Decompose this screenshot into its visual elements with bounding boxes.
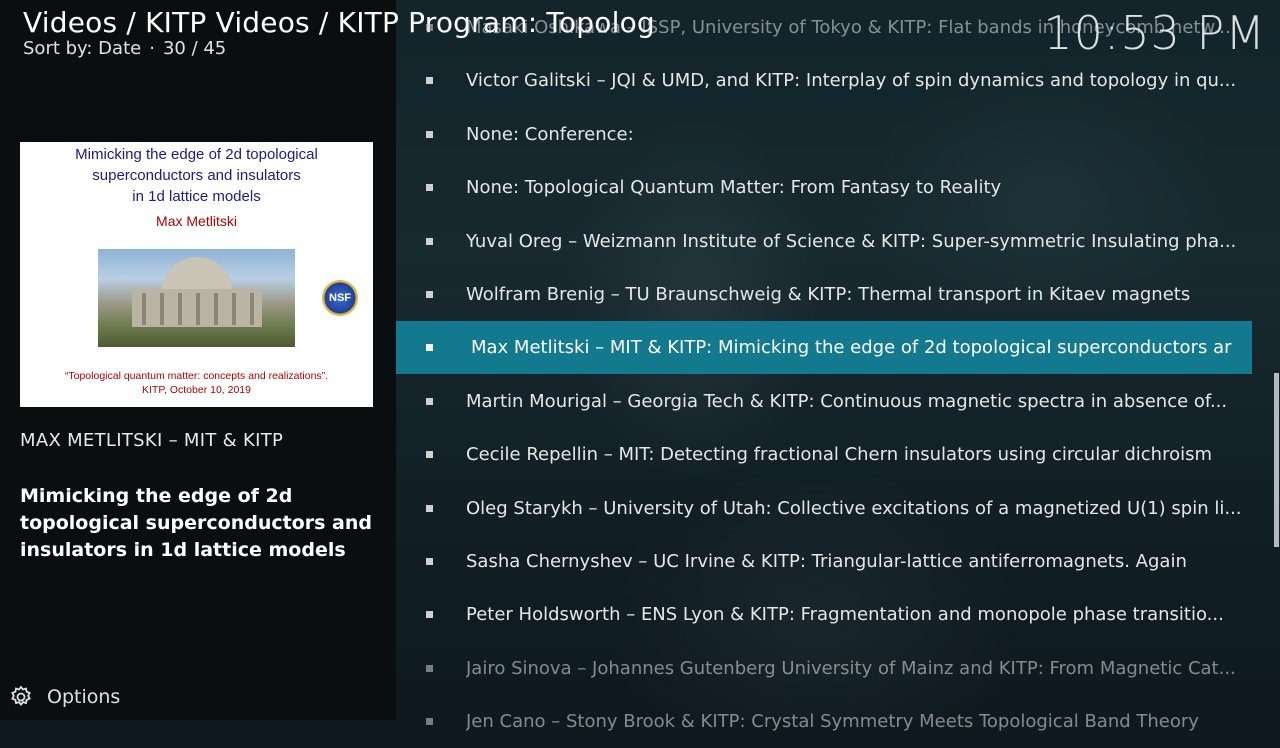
list-item[interactable]: Masaki Oshikawa – ISSP, University of To…	[396, 1, 1256, 54]
list-item-label: None: Conference:	[466, 124, 634, 145]
list-scrollbar[interactable]	[1274, 373, 1279, 547]
bullet-icon	[426, 558, 433, 565]
list-item[interactable]: Jen Cano – Stony Brook & KITP: Crystal S…	[396, 695, 1256, 748]
list-item[interactable]: Victor Galitski – JQI & UMD, and KITP: I…	[396, 54, 1256, 107]
list-item[interactable]: Sasha Chernyshev – UC Irvine & KITP: Tri…	[396, 535, 1256, 588]
item-position: 30 / 45	[162, 38, 227, 59]
bullet-icon	[426, 238, 433, 245]
bullet-icon	[426, 718, 433, 725]
selected-item-plot: Mimicking the edge of 2d topological sup…	[20, 485, 372, 561]
list-item-label: Sasha Chernyshev – UC Irvine & KITP: Tri…	[466, 551, 1187, 572]
list-item-label: Wolfram Brenig – TU Braunschweig & KITP:…	[466, 284, 1191, 305]
video-list[interactable]: Masaki Oshikawa – ISSP, University of To…	[396, 0, 1280, 732]
list-item[interactable]: Cecile Repellin – MIT: Detecting fractio…	[396, 428, 1256, 481]
photo-column	[232, 293, 236, 325]
bullet-icon	[426, 451, 433, 458]
list-item-label: Martin Mourigal – Georgia Tech & KITP: C…	[466, 391, 1228, 412]
list-item-label: Jairo Sinova – Johannes Gutenberg Univer…	[466, 658, 1236, 679]
bullet-icon	[426, 611, 433, 618]
thumbnail-title: Mimicking the edge of 2d topological sup…	[20, 144, 373, 207]
options-label: Options	[47, 686, 121, 708]
options-button[interactable]: Options	[8, 683, 120, 711]
photo-column	[214, 293, 218, 325]
list-item[interactable]: Yuval Oreg – Weizmann Institute of Scien…	[396, 215, 1256, 268]
thumbnail-event-line: KITP, October 10, 2019	[142, 384, 251, 396]
thumbnail-title-line: superconductors and insulators	[92, 167, 301, 184]
thumbnail-title-line: Mimicking the edge of 2d topological	[75, 146, 318, 163]
item-thumbnail: Mimicking the edge of 2d topological sup…	[20, 142, 373, 407]
photo-column	[160, 293, 164, 325]
bullet-icon	[426, 291, 433, 298]
list-item-selected[interactable]: Max Metlitski – MIT & KITP: Mimicking th…	[396, 321, 1252, 374]
list-item[interactable]: Peter Holdsworth – ENS Lyon & KITP: Frag…	[396, 588, 1256, 641]
list-item[interactable]: Wolfram Brenig – TU Braunschweig & KITP:…	[396, 268, 1256, 321]
bullet-icon	[426, 398, 433, 405]
thumbnail-title-line: in 1d lattice models	[132, 188, 261, 205]
building-photo	[98, 249, 295, 347]
list-item-label: Victor Galitski – JQI & UMD, and KITP: I…	[466, 70, 1237, 91]
list-item-label: Masaki Oshikawa – ISSP, University of To…	[466, 17, 1231, 38]
list-item[interactable]: Jairo Sinova – Johannes Gutenberg Univer…	[396, 642, 1256, 695]
list-item[interactable]: None: Topological Quantum Matter: From F…	[396, 161, 1256, 214]
bullet-icon	[426, 131, 433, 138]
thumbnail-event: “Topological quantum matter: concepts an…	[20, 369, 373, 397]
list-item-label: Peter Holdsworth – ENS Lyon & KITP: Frag…	[466, 604, 1224, 625]
sort-label: Sort by: Date	[23, 38, 142, 59]
bullet-icon	[426, 184, 433, 191]
bullet-icon	[426, 665, 433, 672]
photo-column	[196, 293, 200, 325]
list-item[interactable]: None: Conference:	[396, 108, 1256, 161]
list-item-label: Cecile Repellin – MIT: Detecting fractio…	[466, 444, 1213, 465]
bullet-icon	[426, 24, 433, 31]
list-item-label: Oleg Starykh – University of Utah: Colle…	[466, 498, 1242, 519]
options-gear-icon	[11, 685, 31, 707]
list-item-label: None: Topological Quantum Matter: From F…	[466, 177, 1002, 198]
photo-column	[178, 293, 182, 325]
list-item-label: Jen Cano – Stony Brook & KITP: Crystal S…	[466, 711, 1199, 732]
photo-column	[142, 293, 146, 325]
sort-status[interactable]: Sort by: Date · 30 / 45	[23, 38, 226, 59]
thumbnail-author: Max Metlitski	[156, 213, 237, 229]
thumbnail-event-line: “Topological quantum matter: concepts an…	[64, 370, 329, 382]
selected-item-title: MAX METLITSKI – MIT & KITP	[20, 430, 284, 451]
list-item[interactable]: Oleg Starykh – University of Utah: Colle…	[396, 482, 1256, 535]
list-item-label: Yuval Oreg – Weizmann Institute of Scien…	[466, 231, 1237, 252]
photo-column	[250, 293, 254, 325]
list-item[interactable]: Martin Mourigal – Georgia Tech & KITP: C…	[396, 375, 1256, 428]
nsf-logo: NSF	[322, 280, 358, 316]
bullet-icon	[426, 505, 433, 512]
list-item-label: Max Metlitski – MIT & KITP: Mimicking th…	[471, 337, 1232, 358]
bullet-icon	[426, 344, 433, 351]
separator-dot: ·	[149, 38, 155, 59]
bullet-icon	[426, 77, 433, 84]
